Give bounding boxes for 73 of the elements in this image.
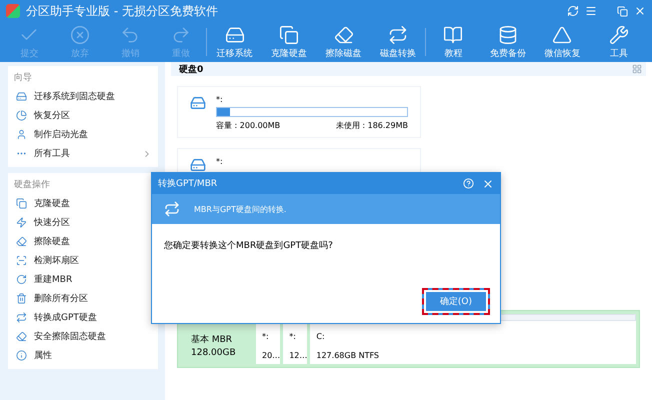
sidebar-item[interactable]: 属性: [8, 346, 158, 365]
cancel-icon: [70, 24, 90, 44]
toolbar-button[interactable]: 微信恢复: [535, 24, 590, 60]
sidebar-item[interactable]: 转换成GPT硬盘: [8, 308, 158, 327]
toolbar-button[interactable]: 克隆硬盘: [262, 24, 316, 60]
segment-info: 20…: [261, 351, 280, 360]
refresh-icon[interactable]: [567, 5, 579, 17]
menu-icon[interactable]: [585, 5, 597, 17]
unused-text: 未使用 : 186.29MB: [336, 120, 408, 131]
toolbar-button[interactable]: 磁盘转换: [370, 24, 426, 60]
partition-name: *:: [216, 157, 224, 166]
eraser-icon: [16, 331, 27, 342]
restore-icon[interactable]: [617, 6, 628, 16]
segment-name: *:: [261, 332, 270, 340]
undo-icon: [120, 24, 140, 44]
partition-card[interactable]: *: 容量 : 200.00MB 未使用 : 186.29MB: [177, 86, 421, 138]
toolbar-button[interactable]: 工具: [590, 24, 648, 60]
dialog-message: 您确定要转换这个MBR硬盘到GPT硬盘吗?: [163, 240, 334, 253]
convert-icon: [388, 24, 408, 44]
lightning-icon: [16, 217, 27, 228]
eraser-icon: [334, 24, 354, 44]
toolbar-button[interactable]: 教程: [426, 24, 481, 60]
info-icon: [16, 350, 27, 361]
section-title: 硬盘操作: [13, 178, 51, 192]
segment-info: 127.68GB NTFS: [315, 351, 380, 360]
sidebar-item[interactable]: 快速分区: [8, 213, 158, 232]
database-icon: [498, 24, 518, 44]
convert-icon: [164, 201, 180, 217]
eraser-icon: [16, 236, 27, 247]
drive-icon: [190, 95, 206, 111]
help-icon[interactable]: [463, 178, 474, 189]
grid-icon[interactable]: [632, 64, 642, 74]
app-logo: [6, 4, 20, 18]
disk-type: 基本 MBR: [191, 334, 234, 347]
drive-icon: [224, 24, 245, 44]
book-icon: [443, 24, 464, 44]
dialog-title: 转换GPT/MBR: [158, 178, 218, 190]
capacity-text: 容量 : 200.00MB: [216, 120, 280, 131]
disk-size: 128.00GB: [191, 347, 237, 360]
close-icon[interactable]: [482, 178, 494, 190]
drive-icon: [16, 91, 27, 102]
convert-icon: [16, 312, 27, 323]
window-title: 分区助手专业版 - 无损分区免费软件: [26, 2, 219, 20]
sidebar-item[interactable]: 克隆硬盘: [8, 194, 158, 213]
banner-text: MBR与GPT硬盘间的转换.: [194, 204, 286, 214]
close-icon[interactable]: [634, 5, 646, 17]
segment-name: *:: [288, 332, 297, 340]
sidebar-item[interactable]: 恢复分区: [8, 106, 158, 125]
disk-title: 硬盘0: [179, 64, 204, 76]
toolbar-button[interactable]: 迁移系统: [207, 24, 262, 60]
segment-info: 12…: [288, 351, 308, 360]
pie-icon: [16, 110, 27, 121]
sidebar-item[interactable]: 迁移系统到固态硬盘: [8, 87, 158, 106]
user-icon: [16, 129, 27, 140]
scan-icon: [16, 255, 27, 266]
trash-icon: [16, 293, 27, 304]
toolbar-button[interactable]: 擦除磁盘: [316, 24, 371, 60]
sidebar-item[interactable]: 检测坏扇区: [8, 251, 158, 270]
copy-icon: [16, 198, 27, 209]
sidebar-item[interactable]: 擦除硬盘: [8, 232, 158, 251]
partition-name: *:: [216, 95, 224, 104]
section-title: 向导: [13, 72, 33, 85]
sidebar-item[interactable]: 制作启动光盘: [8, 125, 158, 144]
sidebar-item[interactable]: 安全擦除固态硬盘: [8, 327, 158, 346]
sidebar-item[interactable]: 删除所有分区: [8, 289, 158, 308]
copy-icon: [279, 24, 300, 44]
segment-name: C:: [315, 332, 326, 340]
triangle-icon: [552, 24, 572, 44]
sidebar-item[interactable]: 重建MBR: [8, 270, 158, 289]
sidebar-item[interactable]: 所有工具: [8, 144, 158, 163]
rotate-icon: [16, 274, 27, 285]
toolbar-button[interactable]: 免费备份: [480, 24, 536, 60]
wrench-icon: [608, 24, 629, 44]
